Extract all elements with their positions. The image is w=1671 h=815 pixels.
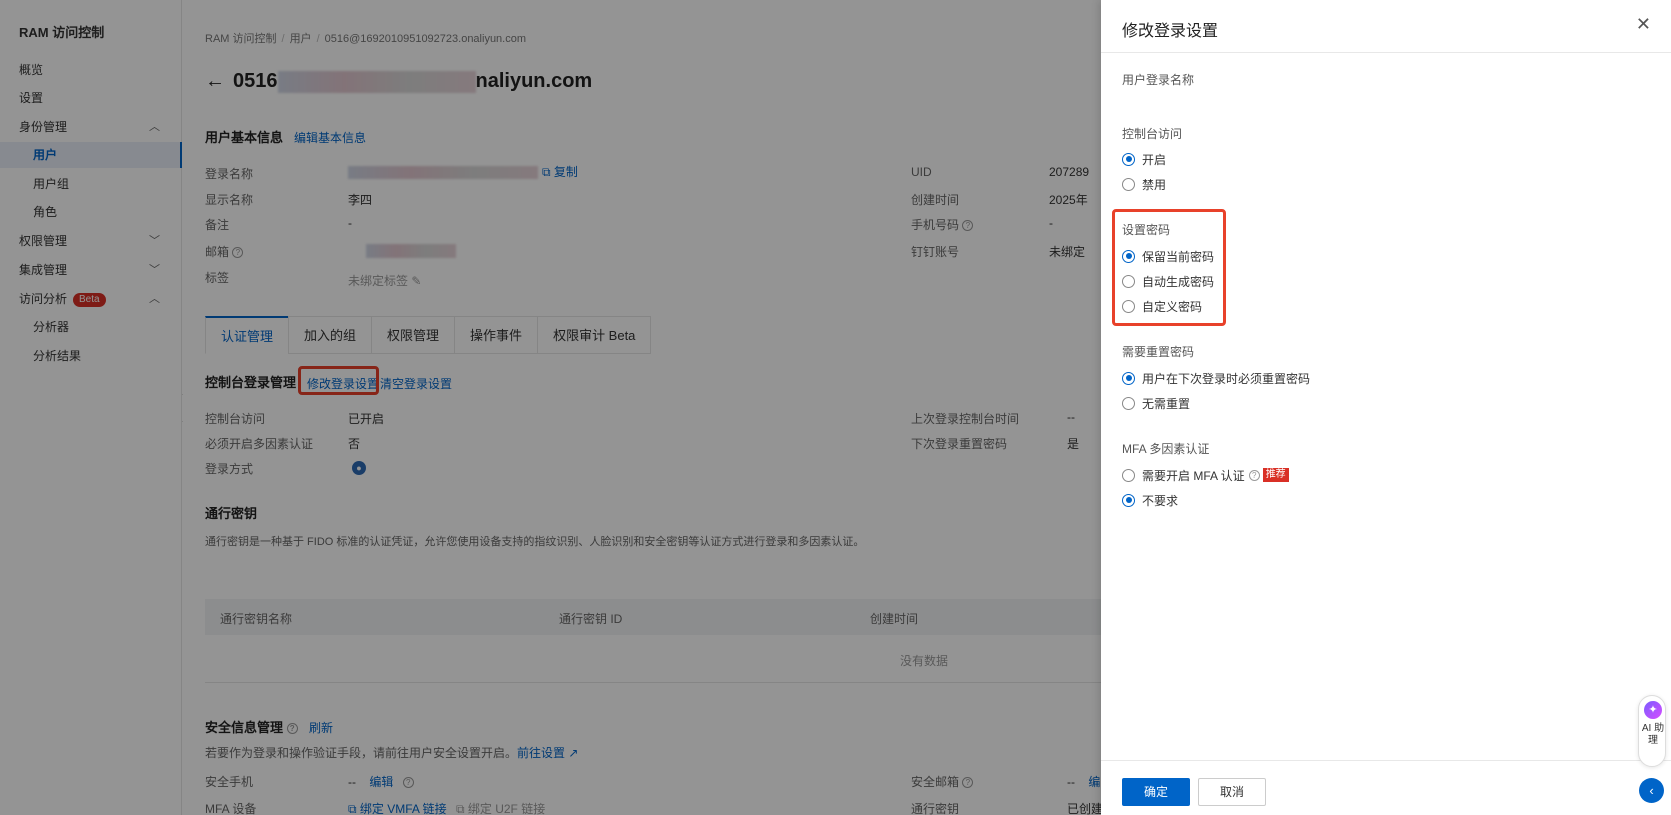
- radio-label: 不要求: [1142, 493, 1179, 508]
- mfa-label: MFA 多因素认证: [1122, 442, 1210, 456]
- radio-no-reset[interactable]: 无需重置: [1122, 394, 1190, 412]
- modal-overlay[interactable]: [0, 0, 1101, 815]
- drawer-header: 修改登录设置 ✕: [1101, 0, 1671, 53]
- help-icon[interactable]: ?: [1248, 469, 1260, 481]
- radio-reset-required[interactable]: 用户在下次登录时必须重置密码: [1122, 369, 1310, 387]
- chevron-left-icon[interactable]: ‹: [1639, 778, 1664, 803]
- cancel-button[interactable]: 取消: [1198, 778, 1266, 806]
- radio-console-enable[interactable]: 开启: [1122, 150, 1166, 168]
- sparkle-icon: ✦: [1644, 701, 1662, 719]
- radio-mfa-not-required[interactable]: 不要求: [1122, 491, 1178, 509]
- radio-icon: [1122, 152, 1135, 166]
- radio-label: 禁用: [1142, 177, 1167, 192]
- close-icon[interactable]: ✕: [1636, 14, 1651, 35]
- drawer-footer: 确定 取消: [1101, 760, 1671, 815]
- radio-icon: [1122, 274, 1135, 288]
- radio-label: 开启: [1142, 152, 1167, 167]
- radio-console-disable[interactable]: 禁用: [1122, 175, 1166, 193]
- ai-assistant-label: AI 助理: [1641, 723, 1665, 746]
- radio-icon: [1122, 396, 1135, 410]
- login-name-label: 用户登录名称: [1122, 73, 1195, 87]
- radio-icon: [1122, 177, 1135, 191]
- radio-mfa-required[interactable]: 需要开启 MFA 认证 ? 推荐: [1122, 466, 1289, 484]
- drawer-title: 修改登录设置: [1122, 23, 1219, 40]
- radio-icon: [1122, 468, 1135, 482]
- radio-auto-generate-password[interactable]: 自动生成密码: [1122, 272, 1214, 290]
- radio-label: 无需重置: [1142, 396, 1191, 411]
- radio-icon: [1122, 299, 1135, 313]
- confirm-button[interactable]: 确定: [1122, 778, 1190, 806]
- radio-label: 用户在下次登录时必须重置密码: [1142, 371, 1311, 386]
- radio-label: 自定义密码: [1142, 299, 1203, 314]
- ai-assistant-button[interactable]: ✦ AI 助理: [1638, 695, 1666, 767]
- radio-icon: [1122, 371, 1135, 385]
- reset-password-label: 需要重置密码: [1122, 345, 1195, 359]
- console-access-label: 控制台访问: [1122, 127, 1183, 141]
- recommend-badge: 推荐: [1262, 468, 1289, 482]
- radio-custom-password[interactable]: 自定义密码: [1122, 297, 1202, 315]
- set-password-label: 设置密码: [1122, 223, 1171, 237]
- radio-label: 自动生成密码: [1142, 274, 1215, 289]
- radio-label: 需要开启 MFA 认证: [1142, 468, 1245, 483]
- radio-keep-password[interactable]: 保留当前密码: [1122, 247, 1214, 265]
- modify-login-drawer: 修改登录设置 ✕ 用户登录名称 控制台访问 开启 禁用 设置密码 保留当前密码 …: [1101, 0, 1671, 815]
- radio-icon: [1122, 493, 1135, 507]
- radio-label: 保留当前密码: [1142, 249, 1215, 264]
- radio-icon: [1122, 249, 1135, 263]
